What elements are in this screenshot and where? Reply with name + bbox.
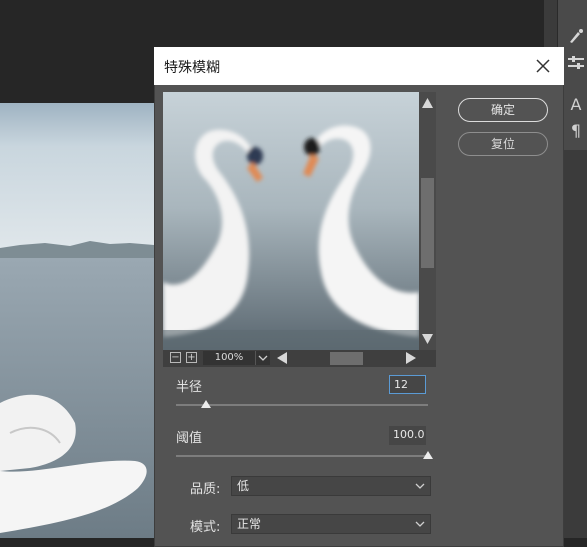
radius-label: 半径 <box>176 380 203 395</box>
threshold-label: 阈值 <box>176 431 203 446</box>
quality-select[interactable]: 低 <box>231 476 431 496</box>
radius-slider-track[interactable] <box>176 404 428 406</box>
type-icon[interactable]: A <box>566 95 586 115</box>
threshold-slider-track[interactable] <box>176 455 428 457</box>
canvas-image <box>0 103 154 538</box>
brush-icon[interactable] <box>566 26 586 46</box>
document-canvas <box>0 103 154 538</box>
reset-button[interactable]: 复位 <box>458 132 548 156</box>
mode-select[interactable]: 正常 <box>231 514 431 534</box>
quality-selected: 低 <box>237 479 250 493</box>
mode-selected: 正常 <box>237 517 262 531</box>
scroll-left-icon[interactable] <box>276 351 288 368</box>
paragraph-icon[interactable]: ¶ <box>566 121 586 141</box>
scroll-right-icon[interactable] <box>405 351 417 368</box>
chevron-down-icon[interactable] <box>255 351 270 365</box>
threshold-slider-thumb[interactable] <box>423 451 433 459</box>
plus-box-icon[interactable]: + <box>186 352 197 363</box>
vertical-scroll-thumb[interactable] <box>421 178 434 268</box>
threshold-input[interactable]: 100.0 <box>389 426 426 445</box>
chevron-down-icon <box>414 515 426 539</box>
horizontal-scroll-thumb[interactable] <box>330 352 363 365</box>
ok-button[interactable]: 确定 <box>458 98 548 122</box>
dialog-title: 特殊模糊 <box>164 60 220 76</box>
mode-label: 模式: <box>190 520 221 535</box>
minus-box-icon[interactable]: − <box>170 352 181 363</box>
chevron-down-icon <box>414 477 426 501</box>
radius-input[interactable]: 12 <box>389 375 426 394</box>
sliders-icon[interactable] <box>566 53 586 73</box>
swans-preview <box>163 92 419 350</box>
preview-image[interactable] <box>163 92 419 350</box>
zoom-level[interactable]: 100% <box>203 351 255 365</box>
quality-label: 品质: <box>190 482 221 497</box>
close-icon[interactable] <box>530 53 556 79</box>
radius-slider-thumb[interactable] <box>201 400 212 408</box>
